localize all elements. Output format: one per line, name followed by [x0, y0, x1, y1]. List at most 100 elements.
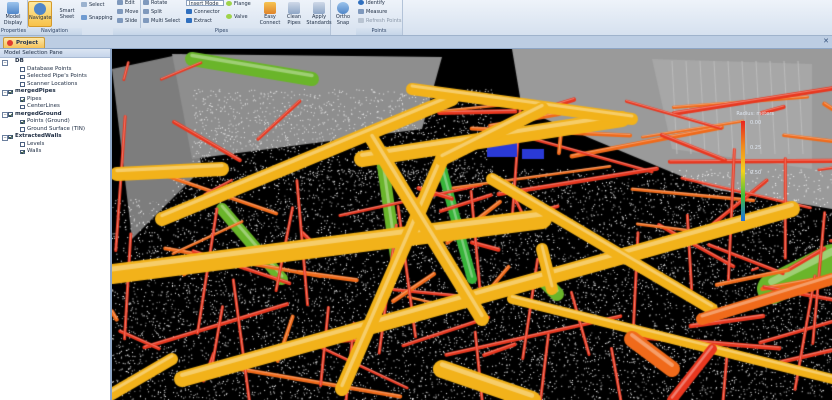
clean-pipes-button[interactable]: Clean Pipes	[282, 1, 306, 27]
apply-standards-icon	[313, 2, 325, 14]
slide-button[interactable]: Slide	[117, 18, 137, 25]
ribbon-group-points: Ortho Snap Identify Measure Refresh Poin…	[330, 0, 403, 35]
layer-visibility-checkbox[interactable]	[8, 112, 13, 117]
tree-node-label: ExtractedWalls	[15, 133, 62, 139]
multi-select-button[interactable]: Multi Select	[143, 18, 180, 25]
ribbon-group-properties: Model Display Properties	[0, 0, 28, 35]
legend-tick: 0.00	[750, 120, 762, 126]
layer-visibility-checkbox[interactable]	[8, 89, 13, 94]
edit-button[interactable]: Edit	[117, 0, 135, 7]
move-icon	[117, 9, 123, 14]
tree-group-node[interactable]: − DB	[0, 58, 110, 66]
layer-visibility-checkbox[interactable]	[20, 82, 25, 87]
layer-visibility-checkbox[interactable]	[20, 149, 25, 154]
tree-group-node[interactable]: − mergedPipes	[0, 88, 110, 96]
rotate-icon	[143, 0, 149, 5]
layer-tree: − DB Database Points Selected Pipe's Points…	[0, 58, 110, 156]
close-icon[interactable]: ✕	[823, 37, 829, 45]
tree-node-label: Levels	[27, 140, 45, 147]
tree-layer-node[interactable]: CenterLines	[0, 103, 110, 111]
apply-standards-button[interactable]: Apply Standards	[306, 1, 332, 27]
connector-button[interactable]: Connector	[186, 9, 220, 16]
edit-icon	[117, 0, 123, 5]
layer-visibility-checkbox[interactable]	[20, 104, 25, 109]
move-button[interactable]: Move	[117, 9, 138, 16]
tree-layer-node[interactable]: Points (Ground)	[0, 118, 110, 126]
easy-connect-button[interactable]: Easy Connect	[258, 1, 282, 27]
tree-node-label: mergedPipes	[15, 88, 56, 94]
ribbon-group-pipes: Insert Mode Connector Extract Flange Val…	[113, 0, 332, 35]
snapping-button[interactable]: Snapping	[81, 15, 113, 22]
easy-connect-icon	[264, 2, 276, 14]
legend-title: Radius: meters	[736, 111, 774, 117]
tree-node-label: Database Points	[27, 65, 72, 72]
tree-node-label: DB	[15, 58, 24, 64]
identify-button[interactable]: Identify	[358, 0, 385, 7]
identify-icon	[358, 0, 364, 5]
legend-color-bar	[741, 121, 745, 221]
tab-project[interactable]: Project	[3, 37, 46, 48]
layer-visibility-checkbox[interactable]	[20, 74, 25, 79]
tree-node-label: Pipes	[27, 95, 42, 102]
rotate-button[interactable]: Rotate	[143, 0, 167, 7]
tree-node-label: Ground Surface (TIN)	[27, 125, 86, 132]
valve-icon	[226, 14, 232, 19]
tree-node-label: CenterLines	[27, 103, 60, 109]
tree-group-node[interactable]: − ExtractedWalls	[0, 133, 110, 141]
connector-icon	[186, 9, 192, 14]
model-selection-pane: Model Selection Pane − DB Database Points S…	[0, 49, 112, 400]
tree-layer-node[interactable]: Pipes	[0, 96, 110, 104]
layer-visibility-checkbox[interactable]	[20, 127, 25, 132]
clean-pipes-icon	[288, 2, 300, 14]
layer-visibility-checkbox[interactable]	[20, 97, 25, 102]
snapping-icon	[81, 15, 87, 20]
slide-icon	[117, 18, 123, 23]
layer-visibility-checkbox[interactable]	[20, 67, 25, 72]
navigate-icon	[34, 3, 46, 15]
tree-group-node[interactable]: − mergedGround	[0, 110, 110, 118]
tree-layer-node[interactable]: Ground Surface (TIN)	[0, 126, 110, 134]
legend-tick: 0.50	[750, 170, 762, 176]
refresh-points-button[interactable]: Refresh Points	[358, 18, 402, 25]
select-icon	[81, 2, 87, 7]
tree-node-label: Scanner Locations	[27, 80, 78, 87]
split-icon	[143, 9, 149, 14]
insert-mode-dropdown[interactable]: Insert Mode	[186, 0, 224, 7]
navigate-button[interactable]: Navigate	[28, 1, 52, 27]
ortho-snap-icon	[337, 2, 349, 14]
extract-button[interactable]: Extract	[186, 18, 212, 25]
model-display-button[interactable]: Model Display	[1, 1, 25, 27]
valve-button[interactable]: Valve	[226, 14, 248, 21]
layer-visibility-checkbox[interactable]	[20, 142, 25, 147]
select-button[interactable]: Select	[81, 2, 104, 9]
multi-select-icon	[143, 18, 149, 23]
legend-tick: 0.25	[750, 145, 762, 151]
tree-layer-node[interactable]: Levels	[0, 141, 110, 149]
ortho-snap-button[interactable]: Ortho Snap	[331, 1, 355, 27]
tree-layer-node[interactable]: Walls	[0, 148, 110, 156]
point-cloud-canvas[interactable]	[112, 49, 832, 400]
measure-button[interactable]: Measure	[358, 9, 387, 16]
layer-visibility-checkbox[interactable]	[8, 134, 13, 139]
group-label-properties: Properties	[0, 28, 27, 35]
document-tab-strip: Project ✕	[0, 36, 832, 49]
tree-node-label: Selected Pipe's Points	[27, 73, 87, 79]
tree-layer-node[interactable]: Selected Pipe's Points	[0, 73, 110, 81]
layer-visibility-checkbox[interactable]	[20, 119, 25, 124]
pane-title: Model Selection Pane	[0, 49, 110, 58]
tree-node-label: mergedGround	[15, 110, 62, 117]
group-label-points: Points	[356, 28, 402, 35]
tree-node-label: Points (Ground)	[27, 118, 70, 124]
3d-viewport[interactable]: Radius: meters 0.00 0.25 0.50	[112, 49, 832, 400]
model-display-icon	[7, 2, 19, 14]
radius-legend: Radius: meters 0.00 0.25 0.50	[704, 111, 774, 223]
refresh-icon	[358, 18, 364, 23]
tree-node-label: Walls	[27, 148, 42, 154]
flange-icon	[226, 1, 232, 6]
group-label-pipes: Pipes	[113, 28, 330, 35]
flange-button[interactable]: Flange	[226, 1, 251, 8]
split-button[interactable]: Split	[143, 9, 162, 16]
group-label-navigation: Navigation	[27, 28, 82, 35]
tree-layer-node[interactable]: Database Points	[0, 66, 110, 74]
tree-layer-node[interactable]: Scanner Locations	[0, 81, 110, 89]
